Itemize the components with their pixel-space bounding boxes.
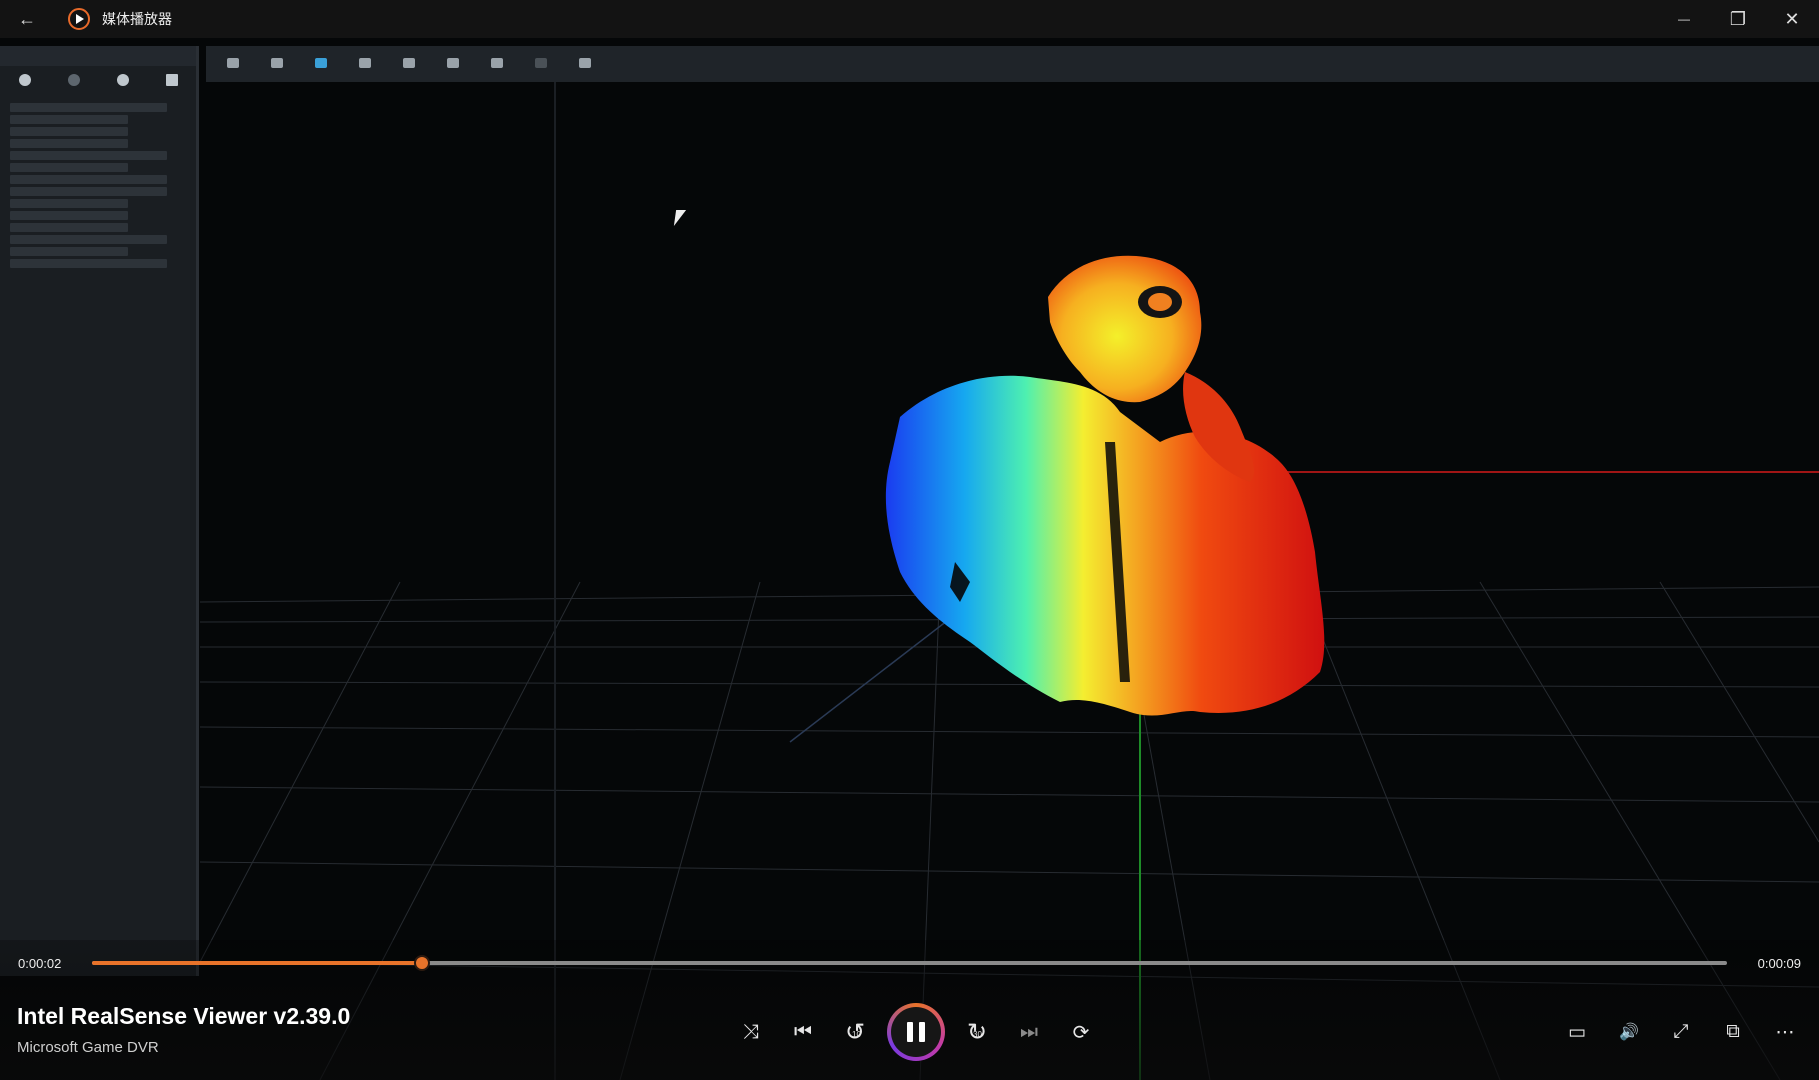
video-surface[interactable]: 0:00:02 0:00:09 Intel RealSense Viewer v…	[0, 38, 1819, 1080]
fullscreen-button[interactable]: ⤢	[1655, 1006, 1707, 1058]
video-toolbar-item	[566, 49, 604, 79]
video-toolbar-item	[302, 49, 340, 79]
fullscreen-icon: ⤢	[1673, 1021, 1689, 1042]
media-title: Intel RealSense Viewer v2.39.0	[17, 1003, 351, 1029]
video-panel-row	[10, 235, 167, 244]
forward-30-button[interactable]: ↻ 30	[951, 1006, 1003, 1058]
next-button[interactable]: ⏭	[1003, 1006, 1055, 1058]
video-panel-row	[10, 211, 128, 220]
video-panel-row	[10, 247, 128, 256]
shuffle-icon: ⤨	[743, 1020, 759, 1043]
more-options-button[interactable]: ⋯	[1759, 1006, 1811, 1058]
video-toolbar-item	[258, 49, 296, 79]
subtitles-button[interactable]: ▭	[1551, 1006, 1603, 1058]
minimize-button[interactable]: —	[1657, 0, 1711, 38]
seek-progress	[92, 961, 423, 965]
media-subtitle: Microsoft Game DVR	[17, 1039, 159, 1056]
repeat-button[interactable]: ⟳	[1055, 1006, 1107, 1058]
video-toolbar-item	[522, 49, 560, 79]
video-panel-row	[10, 127, 128, 136]
volume-icon: 🔊	[1619, 1024, 1639, 1041]
video-toolbar-item	[390, 49, 428, 79]
secondary-buttons: ▭ 🔊 ⤢ ⧉ ⋯	[1551, 1000, 1811, 1064]
forward-seconds: 30	[973, 1030, 982, 1039]
video-panel-tool	[157, 74, 187, 92]
point-cloud-body	[885, 375, 1325, 716]
back-button[interactable]: ←	[0, 0, 54, 38]
window-title: 媒体播放器	[102, 11, 172, 27]
minimize-icon: —	[1678, 12, 1690, 26]
video-panel-row	[10, 103, 167, 112]
subtitles-icon: ▭	[1568, 1021, 1586, 1043]
rewind-seconds: 10	[852, 1030, 861, 1039]
video-panel-header	[0, 46, 196, 66]
video-panel-row	[10, 163, 128, 172]
total-time: 0:00:09	[1757, 956, 1801, 971]
pause-button[interactable]	[887, 1003, 945, 1061]
transport-controls: 0:00:02 0:00:09 Intel RealSense Viewer v…	[0, 940, 1819, 1080]
video-panel-row	[10, 187, 167, 196]
video-panel-row	[10, 151, 167, 160]
video-panel-row	[10, 115, 128, 124]
seek-bar[interactable]	[92, 955, 1727, 971]
miniplayer-button[interactable]: ⧉	[1707, 1006, 1759, 1058]
video-panel-tool	[108, 74, 138, 92]
point-cloud-scene	[200, 82, 1819, 1080]
more-icon: ⋯	[1775, 1021, 1795, 1043]
pause-icon	[891, 1007, 941, 1057]
playback-buttons: ⤨ ⏮ ↺ 10 ↻ 30 ⏭ ⟳	[725, 1000, 1107, 1064]
video-toolbar-item	[434, 49, 472, 79]
video-panel-row	[10, 199, 128, 208]
current-time: 0:00:02	[18, 956, 62, 971]
video-panel-tool	[10, 74, 40, 92]
point-cloud-head	[1048, 255, 1202, 403]
video-toolbar-item	[214, 49, 252, 79]
previous-button[interactable]: ⏮	[777, 1006, 829, 1058]
video-toolbar-item	[346, 49, 384, 79]
close-button[interactable]: ✕	[1765, 0, 1819, 38]
media-player-icon	[68, 8, 90, 30]
repeat-icon: ⟳	[1072, 1021, 1090, 1044]
video-toolbar	[206, 46, 1819, 82]
maximize-icon: ❐	[1729, 8, 1747, 29]
title-bar: ← 媒体播放器 — ❐ ✕	[0, 0, 1819, 38]
video-panel-row	[10, 175, 167, 184]
volume-button[interactable]: 🔊	[1603, 1006, 1655, 1058]
miniplayer-icon: ⧉	[1726, 1021, 1740, 1042]
video-panel-tool	[59, 74, 89, 92]
previous-icon: ⏮	[794, 1020, 812, 1043]
next-icon: ⏭	[1020, 1020, 1038, 1043]
close-icon: ✕	[1784, 8, 1800, 29]
video-panel-row	[10, 223, 128, 232]
video-panel-row	[10, 139, 128, 148]
shuffle-button[interactable]: ⤨	[725, 1006, 777, 1058]
video-panel-row	[10, 259, 167, 268]
video-toolbar-item	[478, 49, 516, 79]
seek-thumb[interactable]	[414, 955, 431, 971]
maximize-button[interactable]: ❐	[1711, 0, 1765, 38]
video-side-panel	[0, 46, 199, 976]
glasses-inner	[1148, 293, 1172, 311]
back-arrow-icon: ←	[18, 8, 36, 29]
rewind-10-button[interactable]: ↺ 10	[829, 1006, 881, 1058]
